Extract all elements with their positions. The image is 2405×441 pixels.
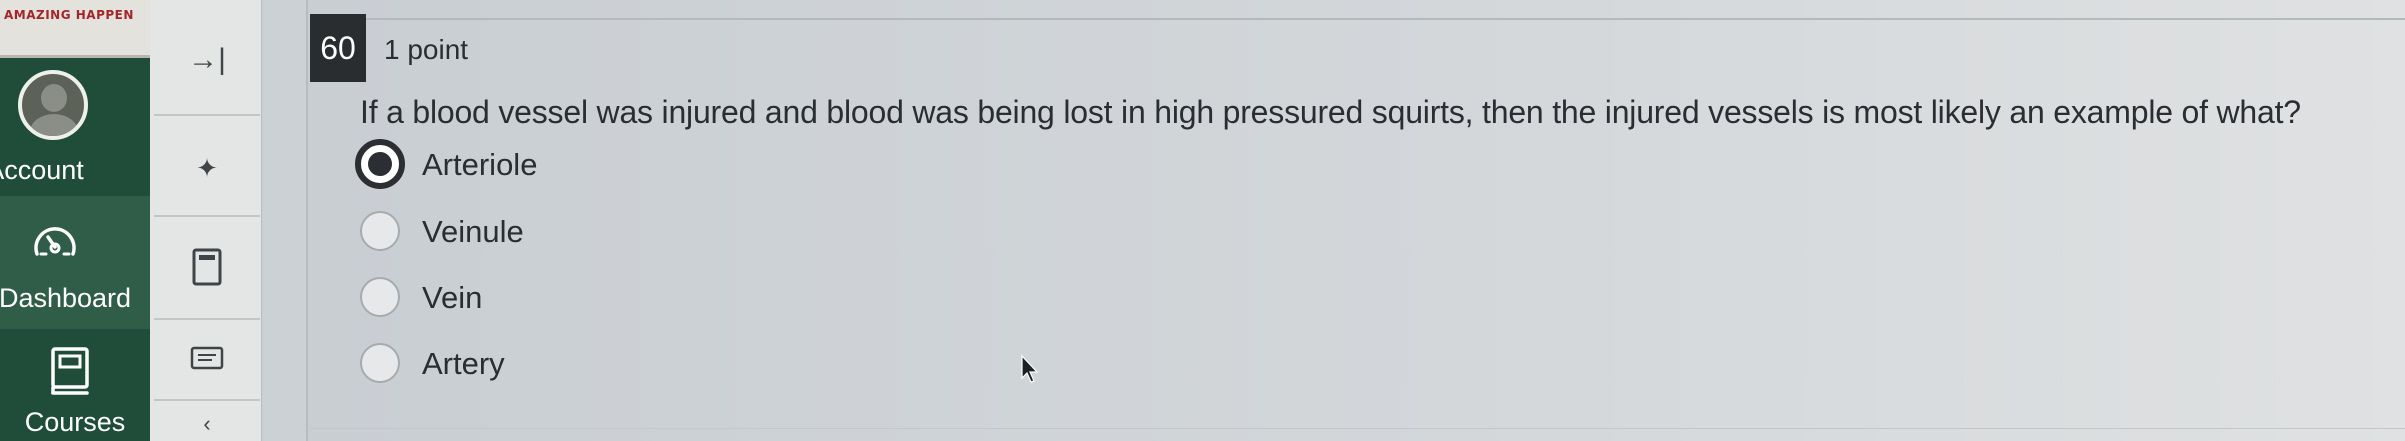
chevron-left-icon: ‹ — [203, 411, 211, 436]
divider — [310, 428, 2405, 429]
nav-item-dashboard-label: Dashboard — [0, 283, 132, 313]
mouse-cursor-icon — [1020, 354, 1040, 389]
quiz-question-panel: 60 1 point If a blood vessel was injured… — [310, 0, 2405, 441]
answer-option[interactable]: Vein — [360, 272, 1160, 324]
answer-radio[interactable] — [360, 277, 400, 317]
calculator-icon — [192, 248, 222, 291]
answer-label[interactable]: Arteriole — [422, 147, 537, 183]
answer-label[interactable]: Artery — [422, 346, 505, 382]
quiz-window: AMAZING HAPPEN Account Dashboard — [0, 0, 2405, 441]
notes-button[interactable] — [154, 323, 260, 401]
question-text: If a blood vessel was injured and blood … — [360, 94, 2301, 130]
content-gutter — [263, 0, 308, 441]
speedometer-icon — [32, 220, 78, 265]
answer-option[interactable]: Arteriole — [355, 139, 1160, 191]
answer-radio[interactable] — [360, 343, 400, 383]
nav-item-courses[interactable]: Courses — [0, 332, 150, 441]
answer-radio[interactable] — [360, 211, 400, 251]
institution-logo[interactable]: AMAZING HAPPEN — [0, 0, 150, 58]
answer-label[interactable]: Veinule — [422, 214, 524, 250]
more-tools-button[interactable]: ‹ — [154, 404, 260, 441]
divider — [310, 18, 2405, 20]
collapse-arrow-icon: →| — [188, 43, 226, 76]
nav-item-dashboard[interactable]: Dashboard — [0, 196, 150, 329]
nav-item-account[interactable]: Account — [0, 60, 150, 190]
nav-item-account-label: Account — [0, 155, 84, 185]
pin-button[interactable]: ✦ — [154, 122, 260, 217]
pin-icon: ✦ — [196, 153, 218, 183]
question-number-badge: 60 — [310, 14, 366, 82]
calculator-button[interactable] — [154, 220, 260, 320]
nav-item-courses-label: Courses — [24, 407, 126, 437]
answer-radio-selected[interactable] — [355, 139, 405, 189]
answer-option[interactable]: Veinule — [360, 206, 1160, 258]
answer-option[interactable]: Artery — [360, 338, 1160, 390]
collapse-sidebar-button[interactable]: →| — [154, 6, 260, 116]
quiz-tools-sidebar: →| ✦ ‹ — [150, 0, 262, 441]
global-navigation: AMAZING HAPPEN Account Dashboard — [0, 0, 150, 441]
logo-text: AMAZING HAPPEN — [4, 8, 134, 22]
answer-label[interactable]: Vein — [422, 280, 482, 316]
notes-icon — [190, 346, 224, 377]
question-points: 1 point — [384, 34, 469, 65]
user-avatar-icon — [18, 70, 88, 140]
book-icon — [50, 346, 90, 403]
